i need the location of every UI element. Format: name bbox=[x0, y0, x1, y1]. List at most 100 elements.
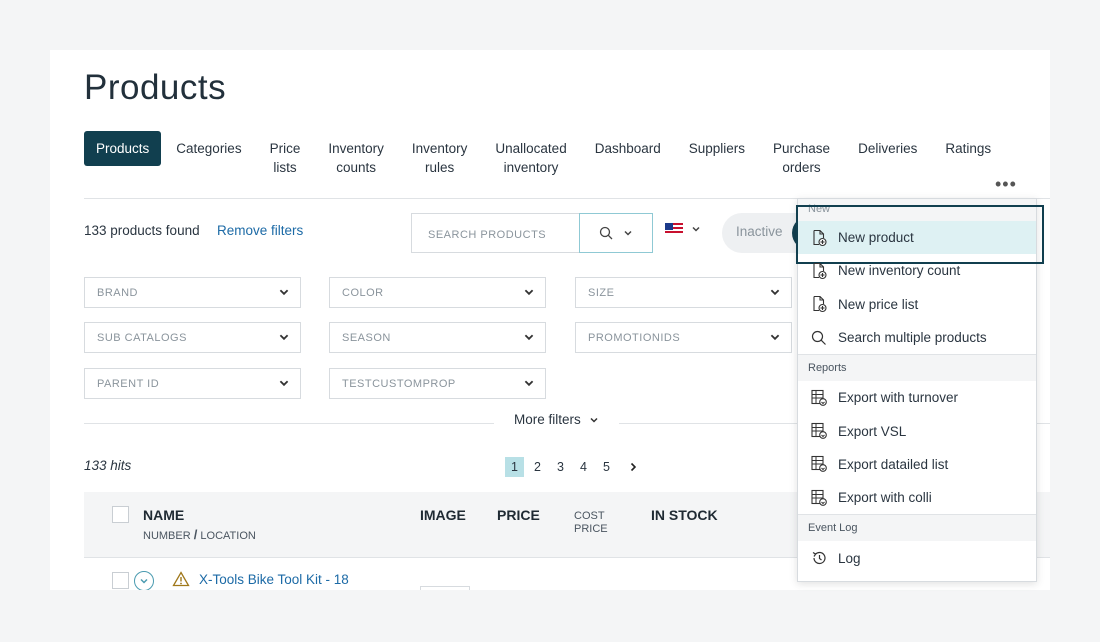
products-found-count: 133 products found bbox=[84, 223, 200, 238]
chevron-down-icon bbox=[770, 289, 780, 296]
chevron-down-icon bbox=[624, 230, 632, 236]
spreadsheet-export-icon bbox=[810, 389, 828, 407]
select-all-checkbox[interactable] bbox=[112, 506, 129, 523]
tab-dashboard[interactable]: Dashboard bbox=[595, 131, 661, 166]
menu-section-event-log: Event Log bbox=[798, 515, 1036, 542]
filter-testcustomprop[interactable]: TESTCUSTOMPROP bbox=[329, 368, 546, 399]
inactive-label: Inactive bbox=[736, 224, 783, 239]
page-2[interactable]: 2 bbox=[528, 457, 547, 477]
new-document-icon bbox=[810, 295, 828, 313]
new-document-icon bbox=[810, 229, 828, 247]
menu-item-label: New inventory count bbox=[838, 263, 961, 279]
page-4[interactable]: 4 bbox=[574, 457, 593, 477]
tab-inventory-counts[interactable]: Inventory counts bbox=[328, 131, 384, 185]
menu-item-log[interactable]: Log bbox=[798, 541, 1036, 574]
menu-item-label: Export datailed list bbox=[838, 456, 949, 472]
tab-categories[interactable]: Categories bbox=[176, 131, 241, 166]
country-select[interactable] bbox=[665, 223, 701, 235]
menu-item-label: Search multiple products bbox=[838, 330, 987, 346]
search-icon bbox=[810, 329, 828, 347]
tab-unallocated-inventory[interactable]: Unallocated inventory bbox=[495, 131, 566, 185]
spreadsheet-export-icon bbox=[810, 422, 828, 440]
chevron-down-icon bbox=[590, 417, 598, 423]
chevron-right-icon[interactable] bbox=[628, 462, 638, 472]
spreadsheet-export-icon bbox=[810, 455, 828, 473]
product-name-link[interactable]: X-Tools Bike Tool Kit - 18 bbox=[199, 572, 349, 587]
menu-item-new-inventory-count[interactable]: New inventory count bbox=[798, 254, 1036, 287]
hits-count: 133 hits bbox=[84, 458, 132, 473]
tab-ratings[interactable]: Ratings bbox=[945, 131, 991, 166]
history-icon bbox=[810, 549, 828, 567]
spreadsheet-export-icon bbox=[810, 489, 828, 507]
page-1[interactable]: 1 bbox=[505, 457, 524, 477]
page-3[interactable]: 3 bbox=[551, 457, 570, 477]
chevron-down-icon bbox=[524, 380, 534, 387]
remove-filters-link[interactable]: Remove filters bbox=[217, 223, 303, 238]
menu-item-label: Export with turnover bbox=[838, 390, 959, 406]
menu-item-label: Export with colli bbox=[838, 490, 932, 506]
product-image bbox=[420, 586, 470, 590]
filter-parent-id[interactable]: PARENT ID bbox=[84, 368, 301, 399]
search-input[interactable]: SEARCH PRODUCTS bbox=[411, 213, 580, 253]
filter-label: BRAND bbox=[97, 287, 139, 299]
new-document-icon bbox=[810, 262, 828, 280]
filter-label: TESTCUSTOMPROP bbox=[342, 378, 456, 390]
filter-label: SUB CATALOGS bbox=[97, 332, 187, 344]
menu-item-label: New product bbox=[838, 230, 914, 246]
filter-label: PARENT ID bbox=[97, 378, 160, 390]
more-actions-icon[interactable]: ••• bbox=[995, 174, 1017, 195]
tab-inventory-rules[interactable]: Inventory rules bbox=[412, 131, 468, 185]
pagination: 1 2 3 4 5 bbox=[505, 457, 638, 477]
menu-item-label: New price list bbox=[838, 296, 919, 312]
page-title: Products bbox=[84, 68, 227, 107]
menu-item-export-with-turnover[interactable]: Export with turnover bbox=[798, 381, 1036, 414]
search-button[interactable] bbox=[579, 213, 653, 253]
menu-section-reports: Reports bbox=[798, 355, 1036, 382]
menu-item-export-detailed-list[interactable]: Export datailed list bbox=[798, 448, 1036, 481]
menu-section-new: New bbox=[798, 199, 1036, 221]
filter-promotionids[interactable]: PROMOTIONIDS bbox=[575, 322, 792, 353]
row-checkbox[interactable] bbox=[112, 572, 129, 589]
column-name[interactable]: NAME bbox=[143, 507, 184, 523]
tab-price-lists[interactable]: Price lists bbox=[270, 131, 301, 185]
warning-icon bbox=[172, 571, 190, 587]
filter-label: SIZE bbox=[588, 287, 615, 299]
tab-purchase-orders[interactable]: Purchase orders bbox=[773, 131, 830, 185]
menu-item-new-price-list[interactable]: New price list bbox=[798, 288, 1036, 321]
more-filters-label: More filters bbox=[514, 412, 581, 427]
chevron-down-icon bbox=[279, 289, 289, 296]
filter-label: SEASON bbox=[342, 332, 391, 344]
filter-sub-catalogs[interactable]: SUB CATALOGS bbox=[84, 322, 301, 353]
chevron-down-icon bbox=[692, 226, 700, 232]
chevron-down-icon bbox=[524, 334, 534, 341]
page-5[interactable]: 5 bbox=[597, 457, 616, 477]
chevron-down-icon bbox=[140, 578, 148, 584]
tab-products[interactable]: Products bbox=[84, 131, 162, 166]
tab-deliveries[interactable]: Deliveries bbox=[858, 131, 917, 166]
tab-bar: Products Categories Price lists Inventor… bbox=[84, 131, 1019, 185]
filter-label: COLOR bbox=[342, 287, 384, 299]
filter-color[interactable]: COLOR bbox=[329, 277, 546, 308]
menu-item-label: Log bbox=[838, 550, 861, 566]
filter-size[interactable]: SIZE bbox=[575, 277, 792, 308]
menu-item-new-product[interactable]: New product bbox=[796, 204, 1044, 265]
us-flag-icon bbox=[665, 223, 683, 235]
menu-item-export-with-colli[interactable]: Export with colli bbox=[798, 481, 1036, 514]
tab-suppliers[interactable]: Suppliers bbox=[689, 131, 745, 166]
column-in-stock[interactable]: IN STOCK bbox=[651, 507, 718, 523]
filter-brand[interactable]: BRAND bbox=[84, 277, 301, 308]
column-price[interactable]: PRICE bbox=[497, 507, 540, 523]
actions-dropdown-menu: New New product New inventory count New … bbox=[796, 198, 1044, 582]
chevron-down-icon bbox=[524, 289, 534, 296]
chevron-down-icon bbox=[279, 334, 289, 341]
chevron-down-icon bbox=[279, 380, 289, 387]
more-filters-button[interactable]: More filters bbox=[494, 412, 619, 427]
menu-item-export-vsl[interactable]: Export VSL bbox=[798, 414, 1036, 447]
filter-season[interactable]: SEASON bbox=[329, 322, 546, 353]
chevron-down-icon bbox=[770, 334, 780, 341]
column-name-sub: NUMBER / LOCATION bbox=[143, 527, 256, 542]
expand-row-button[interactable] bbox=[134, 571, 154, 590]
search-icon bbox=[599, 226, 613, 240]
column-cost-price[interactable]: COST PRICE bbox=[574, 510, 608, 536]
menu-item-search-multiple-products[interactable]: Search multiple products bbox=[798, 321, 1036, 354]
